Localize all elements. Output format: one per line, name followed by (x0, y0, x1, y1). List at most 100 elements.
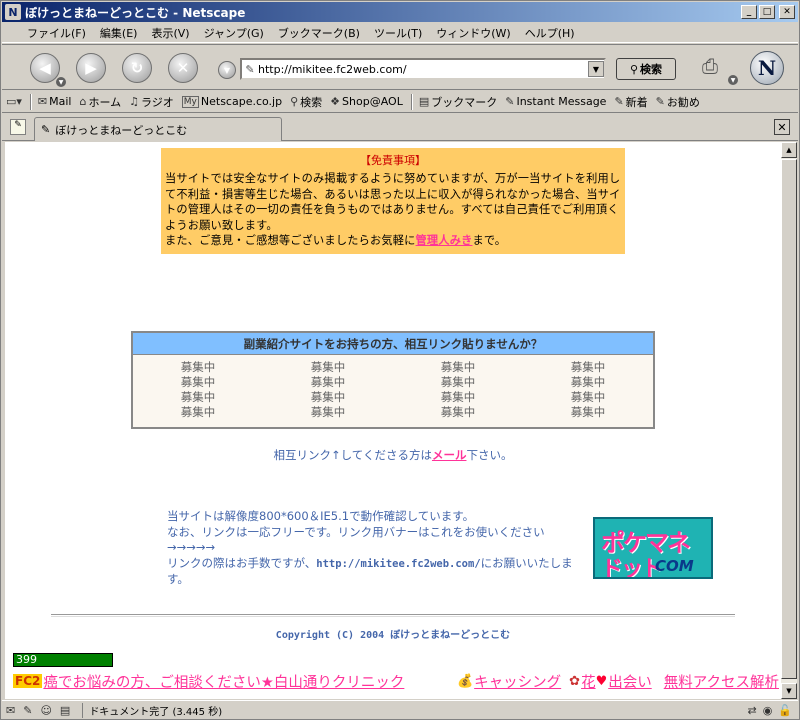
title-bar[interactable]: N ぼけっとまねーどっとこむ - Netscape _ □ ✕ (2, 2, 798, 22)
mutual-link-grid: 募集中 募集中 募集中 募集中 募集中 募集中 募集中 募集中 募集中 募集中 … (133, 355, 653, 420)
menu-edit[interactable]: 編集(E) (93, 25, 145, 41)
back-button[interactable]: ◀ (30, 53, 60, 83)
close-button[interactable]: ✕ (779, 5, 795, 19)
status-bar: ✉ ✎ ☺ ▤ ドキュメント完了 (3.445 秒) ⇄ ◉ 🔓 (2, 700, 798, 720)
recruit-cell: 募集中 (310, 405, 346, 419)
search-button-label: 検索 (640, 63, 663, 76)
status-indicators: ⇄ ◉ 🔓 (747, 704, 792, 717)
bookmark-folder-icon: ▤ (418, 95, 430, 108)
recruit-cell: 募集中 (180, 405, 216, 419)
personal-item-shop-aol[interactable]: ❖ Shop@AOL (330, 95, 403, 108)
toolbar-menu-icon: ▭▾ (6, 95, 22, 108)
recruit-cell: 募集中 (440, 375, 476, 389)
menu-bookmarks[interactable]: ブックマーク(B) (271, 25, 367, 41)
url-bar[interactable]: ✎ ▼ (240, 58, 606, 80)
page-icon: ✎ (245, 62, 255, 76)
menu-view[interactable]: 表示(V) (144, 25, 196, 41)
navigation-toolbar: ◀ ▼ ▶ ↻ ✕ ▼ ✎ ▼ ⚲ 検索 ⎙ ▼ N (2, 44, 798, 90)
recruit-cell: 募集中 (310, 390, 346, 404)
mail-link[interactable]: メール (432, 448, 467, 462)
ad-link-analytics[interactable]: 無料アクセス解析 (664, 671, 779, 692)
ad-link-clinic[interactable]: 癌でお悩みの方、ご相談ください★白山通りクリニック (43, 671, 404, 692)
link-url-note: リンクの際はお手数ですが、http://mikitee.fc2web.com/に… (167, 555, 573, 587)
close-tab-button[interactable]: ✕ (774, 119, 790, 135)
personal-item-netscape[interactable]: My Netscape.co.jp (181, 95, 282, 108)
scroll-thumb[interactable] (781, 159, 797, 679)
recruit-cell: 募集中 (440, 405, 476, 419)
personal-item-radio[interactable]: ♫ ラジオ (129, 94, 174, 110)
menu-help[interactable]: ヘルプ(H) (518, 25, 582, 41)
fc2-ad-bar: FC2 癌でお悩みの方、ご相談ください★白山通りクリニック 💰 キャッシング ✿… (13, 670, 779, 692)
personal-item-bookmarks[interactable]: ▤ ブックマーク (419, 94, 497, 110)
vertical-scrollbar[interactable]: ▲ ▼ (781, 142, 797, 699)
netscape-logo[interactable]: N (750, 51, 784, 85)
toolbar-separator (410, 93, 413, 110)
scroll-up-button[interactable]: ▲ (781, 142, 797, 158)
security-lock-icon: 🔓 (778, 704, 792, 717)
copyright: Copyright (C) 2004 ぼけっとまねーどっとこむ (275, 630, 511, 641)
im-icon[interactable]: ☺ (40, 704, 51, 717)
home-icon: ⌂ (79, 95, 87, 108)
scroll-down-button[interactable]: ▼ (781, 683, 797, 699)
menu-window[interactable]: ウィンドウ(W) (429, 25, 517, 41)
mail-icon: ✉ (37, 95, 48, 108)
forward-arrow-icon: ▶ (85, 59, 97, 77)
toolbar-grip[interactable]: ▭▾ (6, 95, 22, 108)
personal-item-home[interactable]: ⌂ ホーム (79, 94, 121, 110)
back-history-dropdown[interactable]: ▼ (56, 77, 66, 87)
print-dropdown[interactable]: ▼ (728, 75, 738, 85)
print-icon[interactable]: ⎙ (702, 54, 728, 80)
tab-current[interactable]: ✎ ぼけっとまねーどっとこむ (34, 117, 282, 141)
netscape-app-icon: N (5, 4, 21, 20)
personal-item-recommend[interactable]: ✎ お勧め (656, 94, 700, 110)
disclaimer-title: 【免責事項】 (360, 154, 426, 167)
fc2-logo[interactable]: FC2 (13, 674, 43, 688)
recruit-cell: 募集中 (570, 375, 606, 389)
heart-icon: ♥ (595, 673, 608, 689)
page-content: 【免責事項】 当サイトでは安全なサイトのみ掲載するように努めていますが、万が一当… (5, 142, 781, 699)
menu-tools[interactable]: ツール(T) (367, 25, 429, 41)
stop-icon: ✕ (176, 59, 190, 77)
maximize-button[interactable]: □ (759, 5, 775, 19)
recruit-cell: 募集中 (310, 375, 346, 389)
mail-status-icon[interactable]: ✉ (6, 704, 15, 717)
personal-item-new[interactable]: ✎ 新着 (614, 94, 647, 110)
new-tab-icon[interactable]: ✎ (10, 119, 26, 135)
personal-item-mail[interactable]: ✉ Mail (38, 95, 72, 108)
recruit-cell: 募集中 (440, 360, 476, 374)
search-icon: ⚲ (290, 95, 299, 108)
stop-button[interactable]: ✕ (168, 53, 198, 83)
banner-text-2: ドット (601, 557, 663, 579)
personal-item-search[interactable]: ⚲ 検索 (290, 94, 322, 110)
url-input[interactable] (258, 61, 588, 77)
personal-item-instant-message[interactable]: ✎ Instant Message (505, 95, 606, 108)
site-info: 当サイトは解像度800*600＆IE5.1で動作確認しています。 なお、リンクは… (167, 509, 587, 588)
ad-link-deai[interactable]: 出会い (608, 671, 652, 692)
url-dropdown-button[interactable]: ▼ (588, 61, 604, 77)
menu-file[interactable]: ファイル(F) (20, 25, 93, 41)
admin-contact-link[interactable]: 管理人みき (416, 234, 473, 247)
browser-window: N ぼけっとまねーどっとこむ - Netscape _ □ ✕ ファイル(F) … (0, 0, 800, 720)
money-bag-icon: 💰 (456, 673, 474, 689)
ad-link-flower[interactable]: 花 (581, 671, 596, 692)
page-icon: ✎ (41, 123, 51, 136)
disclaimer-body: 当サイトでは安全なサイトのみ掲載するように努めていますが、万が一当サイトを利用し… (165, 172, 621, 247)
tab-label: ぼけっとまねーどっとこむ (55, 123, 188, 137)
tab-bar: ✎ ✎ ぼけっとまねーどっとこむ ✕ (2, 114, 798, 141)
search-button[interactable]: ⚲ 検索 (616, 58, 676, 80)
resolution-note: 当サイトは解像度800*600＆IE5.1で動作確認しています。 (167, 509, 475, 523)
reload-button[interactable]: ↻ (122, 53, 152, 83)
status-text: ドキュメント完了 (3.445 秒) (82, 703, 222, 718)
address-book-icon[interactable]: ▤ (60, 704, 70, 717)
forward-button[interactable]: ▶ (76, 53, 106, 83)
minimize-button[interactable]: _ (741, 5, 757, 19)
link-banner[interactable]: ポケマネ ドット COM (593, 517, 713, 579)
menu-bar: ファイル(F) 編集(E) 表示(V) ジャンプ(G) ブックマーク(B) ツー… (2, 23, 798, 43)
recruit-cell: 募集中 (180, 360, 216, 374)
menu-go[interactable]: ジャンプ(G) (197, 25, 271, 41)
window-title: ぼけっとまねーどっとこむ - Netscape (25, 5, 246, 20)
composer-icon[interactable]: ✎ (23, 704, 32, 717)
my-netscape-icon: My (181, 95, 199, 108)
ad-link-cashing[interactable]: キャッシング (474, 671, 561, 692)
url-history-button[interactable]: ▼ (218, 61, 236, 79)
